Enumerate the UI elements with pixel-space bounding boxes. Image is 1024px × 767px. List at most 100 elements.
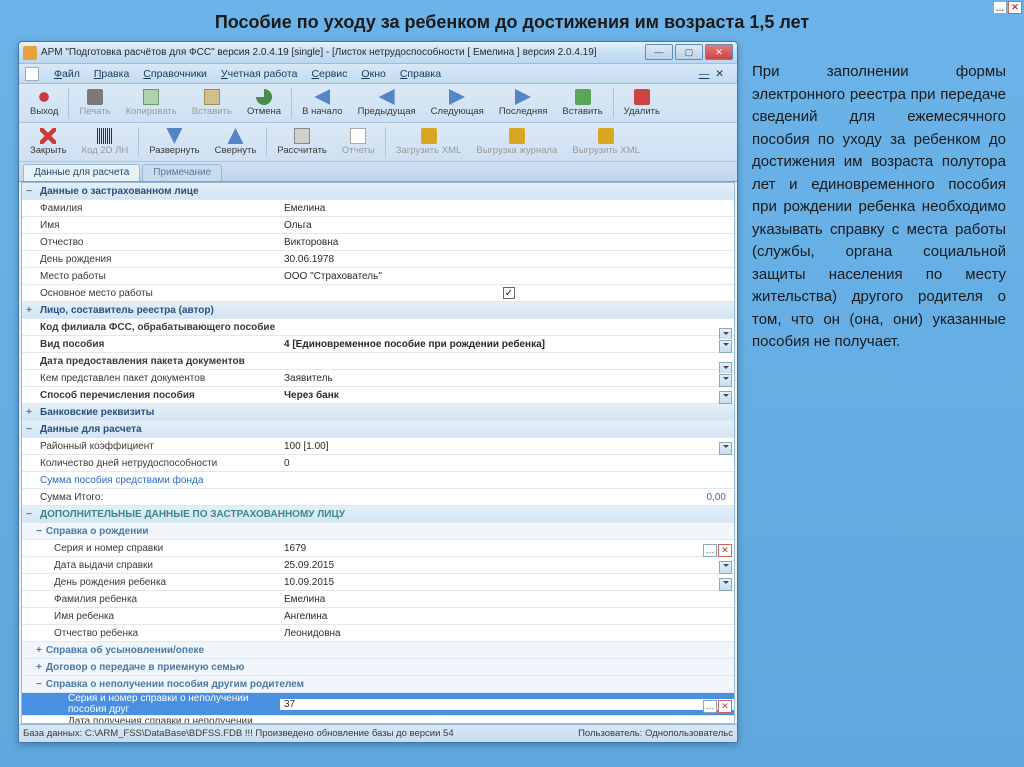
checkbox-main-work[interactable]: ✓ [503, 287, 515, 299]
minimize-button[interactable]: — [645, 44, 673, 60]
section-insured[interactable]: −Данные о застрахованном лице [22, 183, 734, 200]
value-workplace[interactable]: ООО "Страхователь" [280, 271, 734, 282]
menu-edit[interactable]: Правка [87, 68, 136, 80]
value-benefit-type[interactable]: 4 [Единовременное пособие при рождении р… [280, 339, 734, 350]
code2d-button[interactable]: Код 2D ЛН [75, 125, 136, 159]
collapse-icon [227, 128, 243, 144]
value-main-work[interactable]: ✓ [280, 287, 734, 299]
copy-button[interactable]: Копировать [119, 86, 184, 120]
tab-calc-data[interactable]: Данные для расчета [23, 164, 140, 181]
section-adopt-cert[interactable]: +Справка об усыновлении/опеке [22, 642, 734, 659]
op-clear-button[interactable]: ✕ [718, 700, 732, 713]
menu-service[interactable]: Сервис [304, 68, 354, 80]
next-button[interactable]: Следующая [424, 86, 491, 120]
value-child-firstname[interactable]: Ангелина [280, 611, 734, 622]
close-button[interactable]: ✕ [705, 44, 733, 60]
child-dob-dropdown[interactable] [719, 578, 732, 591]
exit-button[interactable]: Выход [23, 86, 65, 120]
section-other-parent[interactable]: −Справка о неполучении пособия другим ро… [22, 676, 734, 693]
section-extra-insured[interactable]: −ДОПОЛНИТЕЛЬНЫЕ ДАННЫЕ ПО ЗАСТРАХОВАННОМ… [22, 506, 734, 523]
label-dob: День рождения [22, 254, 280, 265]
menu-window[interactable]: Окно [354, 68, 392, 80]
label-fund-sum[interactable]: Сумма пособия средствами фонда [22, 475, 280, 486]
value-op-series[interactable]: 37…✕ [280, 699, 734, 710]
delete-icon [634, 89, 650, 105]
paste-button[interactable]: Вставить [185, 86, 239, 120]
last-button[interactable]: Последняя [492, 86, 555, 120]
section-foster[interactable]: +Договор о передаче в приемную семью [22, 659, 734, 676]
menu-file[interactable]: Файл [47, 68, 87, 80]
first-button[interactable]: В начало [295, 86, 349, 120]
tabs: Данные для расчета Примечание [19, 162, 737, 182]
label-total: Сумма Итого: [22, 492, 280, 503]
benefit-type-dropdown[interactable] [719, 340, 732, 353]
section-bank[interactable]: +Банковские реквизиты [22, 404, 734, 421]
op-more-button[interactable]: … [703, 700, 717, 713]
undo-button[interactable]: Отмена [240, 86, 288, 120]
tab-note[interactable]: Примечание [142, 164, 222, 181]
value-transfer[interactable]: Через банк [280, 390, 734, 401]
value-cert-series[interactable]: 1679…✕ [280, 543, 734, 554]
undo-icon [256, 89, 272, 105]
cert-more-button[interactable]: … [703, 544, 717, 557]
delete-button[interactable]: Удалить [617, 86, 667, 120]
expand-button[interactable]: Развернуть [142, 125, 206, 159]
barcode-icon [97, 128, 113, 144]
xml-icon [421, 128, 437, 144]
reports-button[interactable]: Отчеты [335, 125, 382, 159]
insert-button[interactable]: Вставить [555, 86, 609, 120]
section-calc[interactable]: −Данные для расчета [22, 421, 734, 438]
maximize-button[interactable]: ▢ [675, 44, 703, 60]
toolbar-main: Выход Печать Копировать Вставить Отмена … [19, 84, 737, 123]
collapse-button[interactable]: Свернуть [208, 125, 264, 159]
paste-icon [204, 89, 220, 105]
close-form-button[interactable]: Закрыть [23, 125, 74, 159]
last-icon [515, 89, 531, 105]
status-user: Пользователь: Однопользовательс [578, 728, 733, 739]
print-button[interactable]: Печать [72, 86, 117, 120]
region-dropdown[interactable] [719, 442, 732, 455]
menu-help[interactable]: Справка [393, 68, 448, 80]
value-cert-issue-date[interactable]: 25.09.2015 [280, 560, 734, 571]
issue-date-dropdown[interactable] [719, 561, 732, 574]
value-region-coef[interactable]: 100 [1.00] [280, 441, 734, 452]
value-docs-by[interactable]: Заявитель [280, 373, 734, 384]
label-patronymic: Отчество [22, 237, 280, 248]
value-child-dob[interactable]: 10.09.2015 [280, 577, 734, 588]
exit-icon [36, 89, 52, 105]
docs-by-dropdown[interactable] [719, 374, 732, 387]
value-child-lastname[interactable]: Емелина [280, 594, 734, 605]
menu-references[interactable]: Справочники [136, 68, 214, 80]
slide-title: Пособие по уходу за ребенком до достижен… [0, 0, 1024, 41]
report-icon [350, 128, 366, 144]
value-firstname[interactable]: Ольга [280, 220, 734, 231]
section-author[interactable]: +Лицо, составитель реестра (автор)…✕ [22, 302, 734, 319]
value-disable-days[interactable]: 0 [280, 458, 734, 469]
uploadlog-button[interactable]: Выгрузка журнала [469, 125, 564, 159]
window-title: АРМ "Подготовка расчётов для ФСС" версия… [41, 47, 597, 58]
prev-button[interactable]: Предыдущая [351, 86, 423, 120]
label-transfer: Способ перечисления пособия [22, 390, 280, 401]
value-patronymic[interactable]: Викторовна [280, 237, 734, 248]
value-child-patronymic[interactable]: Леонидовна [280, 628, 734, 639]
app-icon [23, 46, 37, 60]
calc-button[interactable]: Рассчитать [270, 125, 334, 159]
value-lastname[interactable]: Емелина [280, 203, 734, 214]
first-icon [314, 89, 330, 105]
label-child-patronymic: Отчество ребенка [22, 628, 280, 639]
transfer-dropdown[interactable] [719, 391, 732, 404]
cert-clear-button[interactable]: ✕ [718, 544, 732, 557]
label-workplace: Место работы [22, 271, 280, 282]
loadxml-button[interactable]: Загрузить XML [389, 125, 469, 159]
status-db: База данных: C:\ARM_FSS\DataBase\BDFSS.F… [23, 728, 454, 739]
label-op-date: Дата получения справки о неполучении пос… [22, 716, 280, 724]
exportxml-button[interactable]: Выгрузить XML [565, 125, 647, 159]
value-dob[interactable]: 30.06.1978 [280, 254, 734, 265]
expand-icon [166, 128, 182, 144]
label-disable-days: Количество дней нетрудоспособности [22, 458, 280, 469]
label-op-series: Серия и номер справки о неполучении посо… [22, 693, 280, 715]
section-birth-cert[interactable]: −Справка о рождении [22, 523, 734, 540]
label-child-lastname: Фамилия ребенка [22, 594, 280, 605]
label-cert-series: Серия и номер справки [22, 543, 280, 554]
menu-accounting[interactable]: Учетная работа [214, 68, 305, 80]
